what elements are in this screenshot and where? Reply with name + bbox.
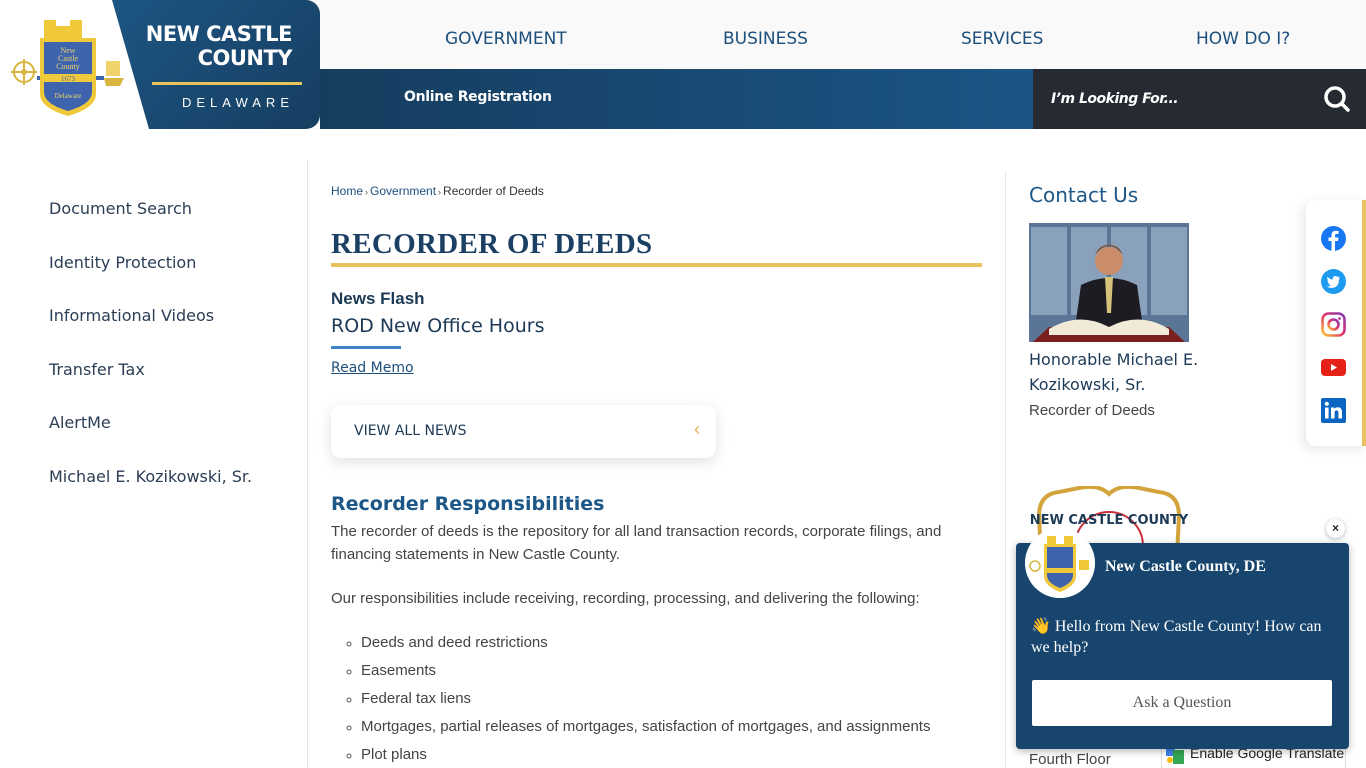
recorder-portrait — [1029, 223, 1189, 342]
sidebar-item-transfer-tax[interactable]: Transfer Tax — [49, 360, 145, 379]
nav-government[interactable]: GOVERNMENT — [445, 29, 567, 49]
breadcrumb-home[interactable]: Home — [331, 184, 363, 198]
county-seal-logo[interactable]: New Castle County 1673 Delaware — [8, 16, 126, 116]
nav-services[interactable]: SERVICES — [961, 29, 1043, 49]
chat-close-button[interactable]: × — [1326, 519, 1345, 538]
news-divider — [331, 346, 401, 349]
search-icon[interactable] — [1322, 84, 1352, 114]
ship-icon — [104, 61, 124, 86]
list-item: Easements — [361, 659, 930, 687]
contact-section: Contact Us Honorable Michael E. Kozikows… — [1029, 183, 1279, 419]
search-input[interactable] — [1051, 87, 1301, 111]
sidebar-nav: Document Search Identity Protection Info… — [0, 160, 308, 768]
column-divider — [1005, 172, 1006, 768]
chevron-left-icon: ‹ — [694, 419, 700, 439]
search-bar — [1033, 69, 1366, 129]
brand-title: NEW CASTLE COUNTY — [145, 22, 293, 70]
list-item: Plot plans — [361, 743, 930, 768]
news-flash-label: News Flash — [331, 289, 425, 308]
view-all-news-label: VIEW ALL NEWS — [354, 423, 467, 439]
ask-question-button[interactable]: Ask a Question — [1032, 680, 1332, 726]
twitter-icon[interactable] — [1321, 269, 1346, 294]
social-bar-accent — [1362, 200, 1366, 446]
breadcrumb-current: Recorder of Deeds — [443, 184, 544, 198]
brand-divider — [152, 82, 302, 85]
sidebar-item-alertme[interactable]: AlertMe — [49, 413, 111, 432]
chat-message: 👋 Hello from New Castle County! How can … — [1031, 618, 1322, 656]
ship-wheel-icon — [11, 59, 37, 85]
chat-widget: New Castle County, DE 👋 Hello from New C… — [1016, 528, 1349, 749]
breadcrumb-separator: › — [438, 187, 442, 197]
brand-title-line1: NEW CASTLE — [145, 22, 293, 46]
news-title: ROD New Office Hours — [331, 315, 545, 337]
youtube-icon[interactable] — [1321, 355, 1346, 380]
svg-text:Delaware: Delaware — [55, 92, 82, 100]
view-all-news-button[interactable]: VIEW ALL NEWS ‹ — [331, 405, 716, 458]
county-seal-icon — [1025, 528, 1095, 598]
contact-heading: Contact Us — [1029, 183, 1139, 207]
sidebar-item-informational-videos[interactable]: Informational Videos — [49, 306, 214, 325]
sidebar-item-document-search[interactable]: Document Search — [49, 199, 192, 218]
breadcrumb-government[interactable]: Government — [370, 184, 436, 198]
responsibilities-paragraph: Our responsibilities include receiving, … — [331, 590, 920, 607]
sidebar-item-michael-kozikowski[interactable]: Michael E. Kozikowski, Sr. — [49, 467, 252, 486]
read-memo-link[interactable]: Read Memo — [331, 360, 414, 376]
instagram-icon[interactable] — [1321, 312, 1346, 337]
social-media-bar — [1306, 200, 1366, 446]
brand-subtitle: DELAWARE — [182, 95, 294, 110]
sub-nav-bar: Online Registration — [320, 69, 1033, 129]
main-nav: GOVERNMENT BUSINESS SERVICES HOW DO I? — [320, 0, 1366, 69]
contact-role: Recorder of Deeds — [1029, 402, 1155, 419]
linkedin-icon[interactable] — [1321, 398, 1346, 423]
intro-paragraph: The recorder of deeds is the repository … — [331, 523, 942, 563]
address-line: Fourth Floor — [1029, 751, 1111, 768]
facebook-icon[interactable] — [1321, 226, 1346, 251]
svg-text:NEW CASTLE COUNTY: NEW CASTLE COUNTY — [1030, 513, 1189, 528]
list-item: Deeds and deed restrictions — [361, 631, 930, 659]
page-title: RECORDER OF DEEDS — [331, 228, 653, 260]
site-header: New Castle County 1673 Delaware NEW CAST… — [0, 0, 1366, 129]
svg-text:1673: 1673 — [61, 75, 76, 83]
responsibilities-list: Deeds and deed restrictions Easements Fe… — [361, 631, 930, 768]
title-divider — [331, 263, 982, 267]
list-item: Federal tax liens — [361, 687, 930, 715]
section-title: Recorder Responsibilities — [331, 493, 605, 515]
chat-title: New Castle County, DE — [1105, 558, 1266, 575]
breadcrumb-separator: › — [365, 187, 369, 197]
online-registration-link[interactable]: Online Registration — [404, 89, 552, 105]
portrait-image — [1029, 223, 1189, 342]
brand-title-line2: COUNTY — [197, 46, 293, 70]
breadcrumb: Home › Government › Recorder of Deeds — [331, 184, 544, 198]
nav-how-do-i[interactable]: HOW DO I? — [1196, 29, 1290, 49]
list-item: Mortgages, partial releases of mortgages… — [361, 715, 930, 743]
svg-text:County: County — [56, 62, 80, 71]
chat-avatar — [1025, 528, 1095, 598]
contact-name: Honorable Michael E. Kozikowski, Sr. — [1029, 350, 1199, 394]
nav-business[interactable]: BUSINESS — [723, 29, 808, 49]
sidebar-item-identity-protection[interactable]: Identity Protection — [49, 253, 196, 272]
